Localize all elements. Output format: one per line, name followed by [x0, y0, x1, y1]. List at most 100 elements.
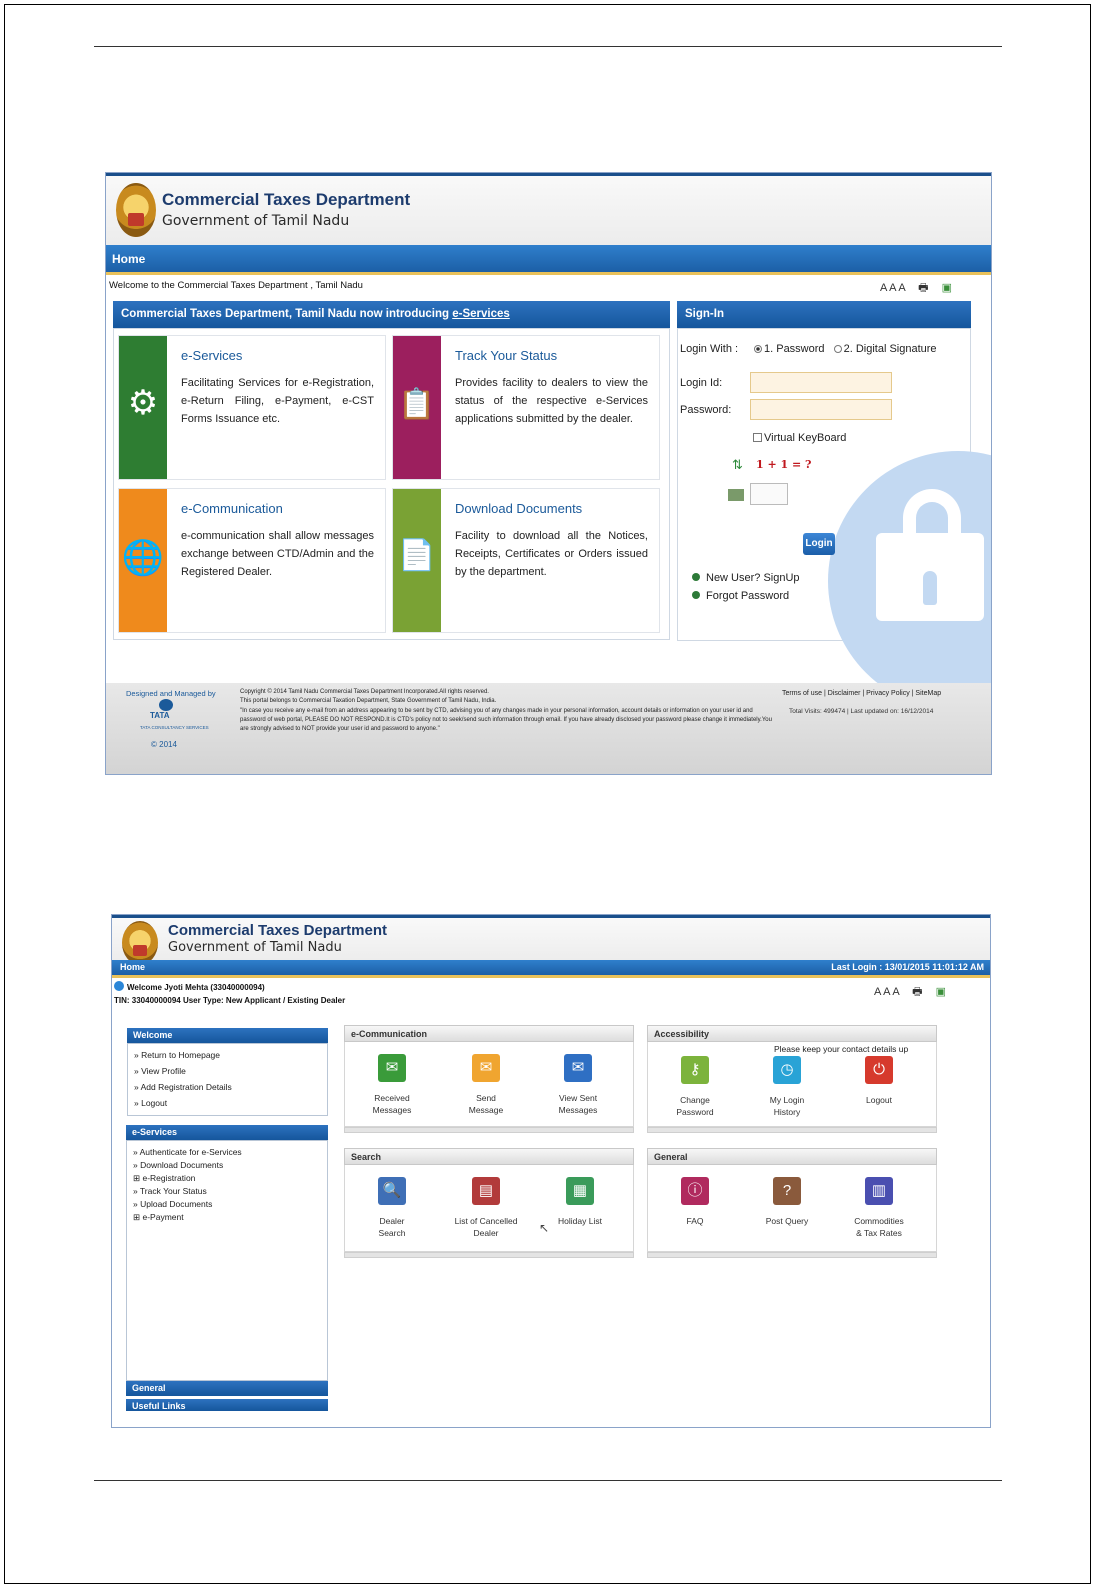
footer-links[interactable]: Terms of use | Disclaimer | Privacy Poli…	[782, 690, 941, 697]
eservices-link[interactable]: e-Services	[452, 308, 510, 320]
logout-tile[interactable]: ⏻ Logout	[834, 1056, 924, 1106]
digital-signature-radio[interactable]	[833, 345, 842, 353]
last-login-text: Last Login : 13/01/2015 11:01:12 AM	[831, 962, 984, 972]
dashboard-screenshot: Commercial Taxes Department Government o…	[111, 914, 991, 1428]
power-icon: ⏻	[865, 1056, 893, 1084]
tile-label: Dealer Search	[378, 1216, 406, 1238]
login-history-tile[interactable]: ◷ My Login History	[742, 1056, 832, 1118]
sent-mail-icon: ✉	[564, 1054, 592, 1082]
captcha-answer-input[interactable]	[750, 483, 788, 505]
export-icon[interactable]: ▣	[936, 986, 946, 998]
font-size-controls[interactable]: A A A	[880, 282, 905, 294]
cancelled-dealer-tile[interactable]: ▤ List of Cancelled Dealer	[441, 1177, 531, 1239]
footer-copyright: Copyright © 2014 Tamil Nadu Commercial T…	[240, 688, 776, 734]
sidebar-eservices-box: » Authenticate for e-Services » Download…	[126, 1140, 328, 1381]
view-sent-messages-tile[interactable]: ✉ View Sent Messages	[533, 1054, 623, 1116]
dealer-search-tile[interactable]: 🔍 Dealer Search	[347, 1177, 437, 1239]
nav-home-link[interactable]: Home	[120, 962, 145, 972]
send-mail-icon: ✉	[472, 1054, 500, 1082]
signin-panel-header: Sign-In	[677, 301, 971, 328]
widget-collapse-bar[interactable]	[344, 1127, 634, 1133]
virtual-keyboard-option[interactable]: Virtual KeyBoard	[753, 432, 846, 444]
site-footer: Designed and Managed by TATA TATA CONSUL…	[106, 683, 991, 774]
password-radio[interactable]	[754, 345, 762, 353]
mouse-cursor-icon: ↖	[539, 1221, 550, 1235]
sidebar-welcome-box: » Return to Homepage » View Profile » Ad…	[127, 1043, 328, 1116]
send-message-tile[interactable]: ✉ Send Message	[441, 1054, 531, 1116]
tamil-nadu-emblem-icon	[122, 921, 158, 965]
nav-home-link[interactable]: Home	[112, 252, 145, 266]
toolbar-icons: A A A 🖶 ▣	[870, 279, 952, 298]
welcome-text: Welcome to the Commercial Taxes Departme…	[109, 280, 363, 291]
login-method-options: 1. Password 2. Digital Signature	[754, 343, 937, 355]
tile-label: FAQ	[686, 1216, 704, 1226]
card-ecommunication[interactable]: 🌐 e-Communication e-communication shall …	[118, 488, 386, 633]
sidebar-item-track-status[interactable]: » Track Your Status	[133, 1186, 207, 1196]
envelope-icon: ✉	[378, 1054, 406, 1082]
font-size-controls[interactable]: A A A	[874, 986, 899, 998]
widget-collapse-bar[interactable]	[647, 1127, 937, 1133]
card-title: Track Your Status	[455, 348, 558, 363]
card-track-status[interactable]: 📋 Track Your Status Provides facility to…	[392, 335, 660, 480]
welcome-user: Welcome Jyoti Mehta (33040000094)	[114, 981, 265, 992]
bullet-icon	[692, 591, 700, 599]
portal-note: This portal belongs to Commercial Taxati…	[240, 698, 497, 705]
password-input[interactable]	[750, 399, 892, 420]
card-description: e-communication shall allow messages exc…	[181, 530, 374, 578]
brand-title: Commercial Taxes Department	[168, 922, 387, 939]
forgot-password-link[interactable]: Forgot Password	[692, 590, 789, 602]
login-id-input[interactable]	[750, 372, 892, 393]
widget-collapse-bar[interactable]	[344, 1252, 634, 1258]
search-doc-icon: 🔍	[378, 1177, 406, 1205]
sidebar-item-e-registration[interactable]: ⊞ e-Registration	[133, 1173, 195, 1184]
tile-label: Change Password	[676, 1095, 714, 1117]
tile-label: Logout	[866, 1095, 892, 1105]
password-option-label: 1. Password	[764, 343, 825, 355]
login-page-screenshot: Commercial Taxes Department Government o…	[105, 172, 992, 775]
sidebar-general-header[interactable]: General	[126, 1381, 328, 1396]
gears-icon: ⚙	[127, 384, 159, 422]
card-eservices[interactable]: ⚙ e-Services Facilitating Services for e…	[118, 335, 386, 480]
login-button[interactable]: Login	[803, 533, 835, 555]
captcha-image-icon	[728, 489, 744, 501]
refresh-captcha-icon[interactable]: ⇅	[732, 457, 743, 473]
cancelled-doc-icon: ▤	[472, 1177, 500, 1205]
received-messages-tile[interactable]: ✉ Received Messages	[347, 1054, 437, 1116]
header-rule	[94, 46, 1002, 47]
tile-label: List of Cancelled Dealer	[454, 1216, 518, 1238]
history-icon: ◷	[773, 1056, 801, 1084]
sidebar-item-e-payment[interactable]: ⊞ e-Payment	[133, 1212, 184, 1223]
sidebar-item-logout[interactable]: » Logout	[134, 1098, 167, 1108]
tin-line: TIN: 33040000094 User Type: New Applican…	[114, 996, 346, 1005]
change-password-tile[interactable]: ⚷ Change Password	[650, 1056, 740, 1118]
print-icon[interactable]: 🖶	[912, 986, 922, 998]
sidebar-item-download-documents[interactable]: » Download Documents	[133, 1160, 223, 1170]
sidebar-item-add-registration[interactable]: » Add Registration Details	[134, 1082, 232, 1092]
welcome-user-text: Welcome Jyoti Mehta (33040000094)	[127, 983, 265, 992]
widget-collapse-bar[interactable]	[647, 1252, 937, 1258]
faq-tile[interactable]: ⓘ FAQ	[650, 1177, 740, 1227]
contact-details-notice: Please keep your contact details up	[774, 1044, 909, 1054]
sidebar-item-view-profile[interactable]: » View Profile	[134, 1066, 186, 1076]
export-icon[interactable]: ▣	[942, 282, 952, 294]
general-widget-body: ⓘ FAQ ? Post Query ▥ Commodities & Tax Ra…	[647, 1165, 937, 1252]
virtual-keyboard-checkbox[interactable]	[753, 433, 762, 442]
user-icon	[114, 981, 124, 991]
question-icon: ?	[773, 1177, 801, 1205]
post-query-tile[interactable]: ? Post Query	[742, 1177, 832, 1227]
sidebar-item-return-homepage[interactable]: » Return to Homepage	[134, 1050, 220, 1060]
intro-panel-header: Commercial Taxes Department, Tamil Nadu …	[113, 301, 670, 328]
site-header: Commercial Taxes Department Government o…	[106, 173, 991, 245]
sidebar-item-authenticate[interactable]: » Authenticate for e-Services	[133, 1147, 242, 1157]
sidebar-item-upload-documents[interactable]: » Upload Documents	[133, 1199, 212, 1209]
signup-link[interactable]: New User? SignUp	[692, 572, 800, 584]
lock-keyhole	[923, 571, 937, 605]
sidebar-useful-links-header[interactable]: Useful Links	[126, 1399, 328, 1411]
site-header: Commercial Taxes Department Government o…	[112, 915, 990, 965]
ecommunication-widget-body: ✉ Received Messages ✉ Send Message ✉ View …	[344, 1042, 634, 1127]
commodities-tax-rates-tile[interactable]: ▥ Commodities & Tax Rates	[834, 1177, 924, 1239]
print-icon[interactable]: 🖶	[918, 282, 928, 294]
forgot-password-label: Forgot Password	[706, 590, 790, 602]
card-download-documents[interactable]: 📄 Download Documents Facility to downloa…	[392, 488, 660, 633]
holiday-list-tile[interactable]: ▦ Holiday List	[535, 1177, 625, 1227]
